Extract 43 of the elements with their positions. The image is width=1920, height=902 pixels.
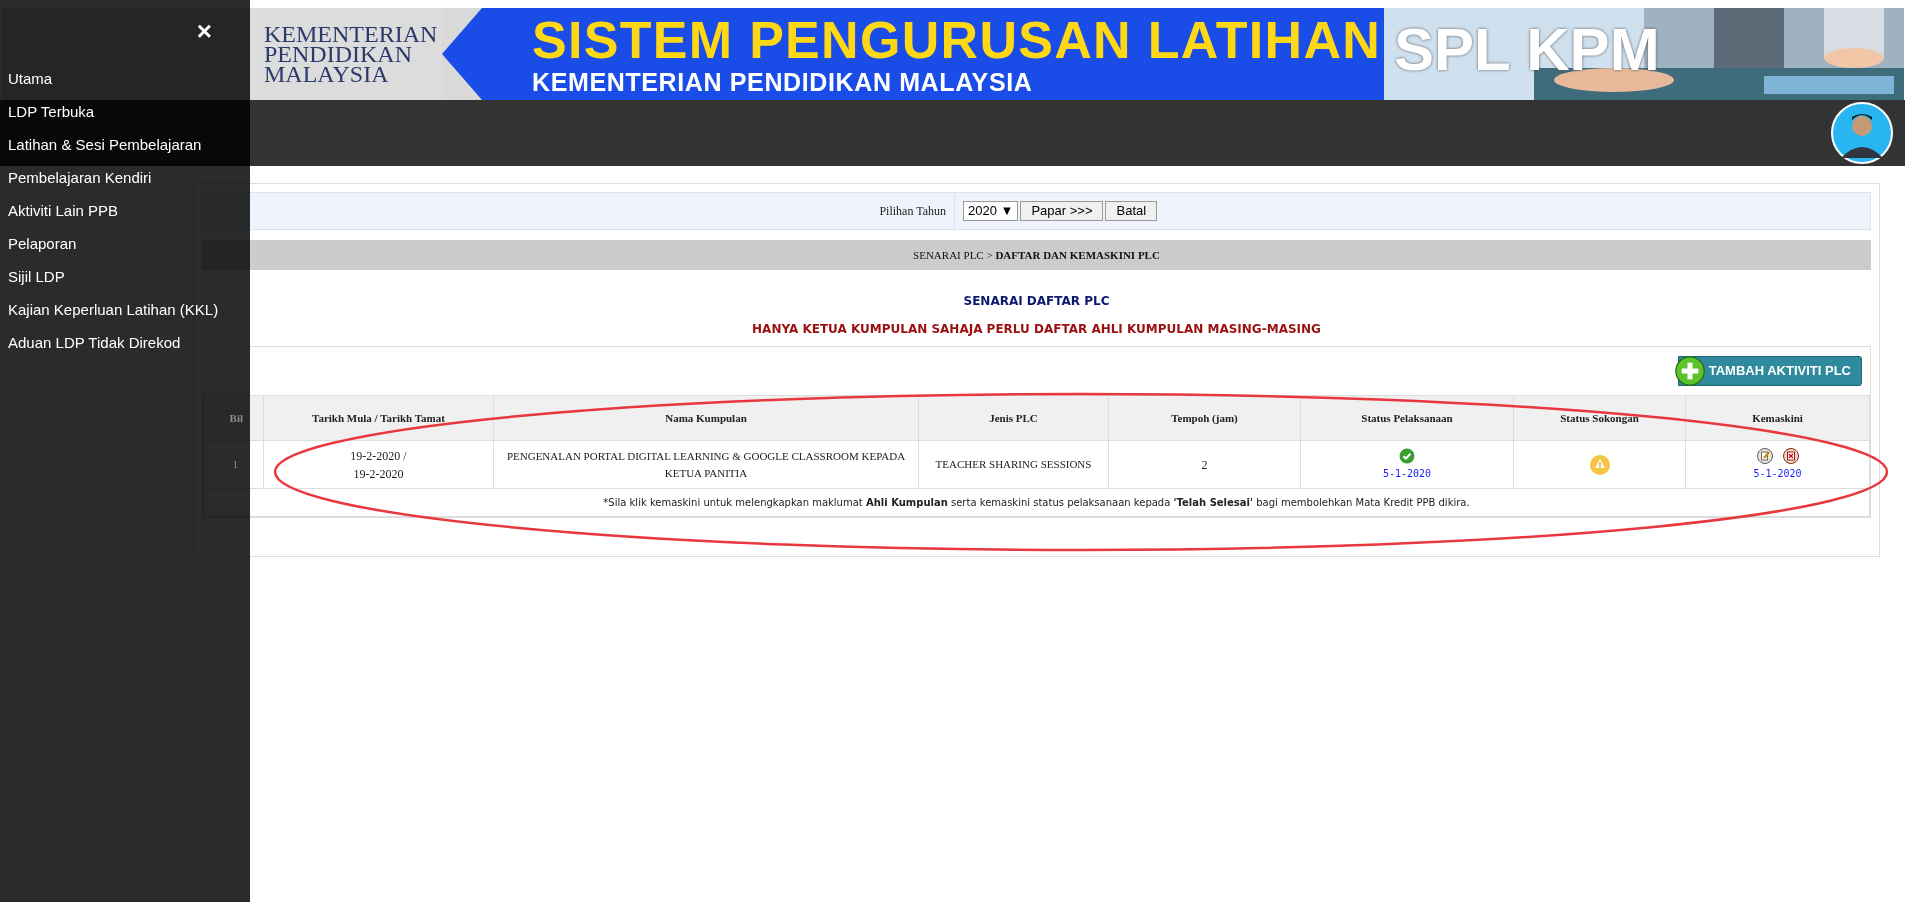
date-link[interactable]: 5-1-2020 [1382,466,1432,481]
column-header: Jenis PLC [918,395,1109,441]
column-header: Kemaskini [1685,395,1870,441]
avatar-icon[interactable] [1831,102,1893,164]
breadcrumb: SENARAI PLC > DAFTAR DAN KEMASKINI PLC [913,247,1160,263]
year-select[interactable]: 2020 ▼ [963,201,1019,221]
menu-item[interactable]: Latihan & Sesi Pembelajaran [0,128,250,161]
year-label: Pilihan Tahun [879,203,946,220]
date-text: 19-2-2020 / [349,447,408,465]
menu-item[interactable]: Aktiviti Lain PPB [0,194,250,227]
column-header: Status Pelaksanaan [1300,395,1514,441]
banner-title: SISTEM PENGURUSAN LATIHAN [532,12,1383,68]
banner-subtitle: KEMENTERIAN PENDIDIKAN MALAYSIA [532,68,1034,96]
close-button[interactable]: × [196,16,212,46]
ministry-name-line: KEMENTERIAN [264,24,438,44]
menu-item[interactable]: Pelaporan [0,227,250,260]
footnote: *Sila klik kemaskini untuk melengkapkan maklumat Ahli Kumpulan serta kemaskini status pelaksanaan kepada 'Telah Selesai' bagi membolehkan Mata Kredit PPB dikira. [603,497,1470,509]
date-link[interactable]: 5-1-2020 [1753,466,1802,481]
column-header: Tarikh Mula / Tarikh Tamat [263,395,494,441]
cancel-button[interactable]: Batal [1105,201,1158,221]
menu-item[interactable]: Aduan LDP Tidak Direkod [0,326,250,359]
ministry-name-line: MALAYSIA [264,64,389,84]
table-cell: TEACHER SHARING SESSIONS [918,440,1109,489]
add-activity-button[interactable]: TAMBAH AKTIVITI PLC [1677,356,1862,386]
menu-item[interactable]: Sijil LDP [0,260,250,293]
menu-item[interactable]: LDP Terbuka [0,95,250,128]
column-header: Tempoh (jam) [1108,395,1301,441]
table-cell: 2 [1108,440,1301,489]
show-button[interactable]: Papar >>> [1020,201,1104,221]
edit-icon[interactable] [1756,448,1773,464]
ministry-name-line: PENDIDIKAN [264,44,412,64]
notice-text: HANYA KETUA KUMPULAN SAHAJA PERLU DAFTAR AHLI KUMPULAN MASING-MASING [752,321,1321,338]
brand-name: SPL KPM [1394,18,1660,82]
table-cell: PENGENALAN PORTAL DIGITAL LEARNING & GOOGLE CLASSROOM KEPADA KETUA PANITIA [493,440,919,489]
delete-icon[interactable] [1782,448,1799,464]
page-heading: SENARAI DAFTAR PLC [963,293,1110,310]
column-header: Status Sokongan [1513,395,1686,441]
menu-item[interactable]: Kajian Keperluan Latihan (KKL) [0,293,250,326]
menu-item[interactable]: Utama [0,62,250,95]
plus-icon [1674,356,1705,386]
column-header: Nama Kumpulan [493,395,919,441]
date-text: 19-2-2020 [352,465,405,483]
menu-item[interactable]: Pembelajaran Kendiri [0,161,250,194]
